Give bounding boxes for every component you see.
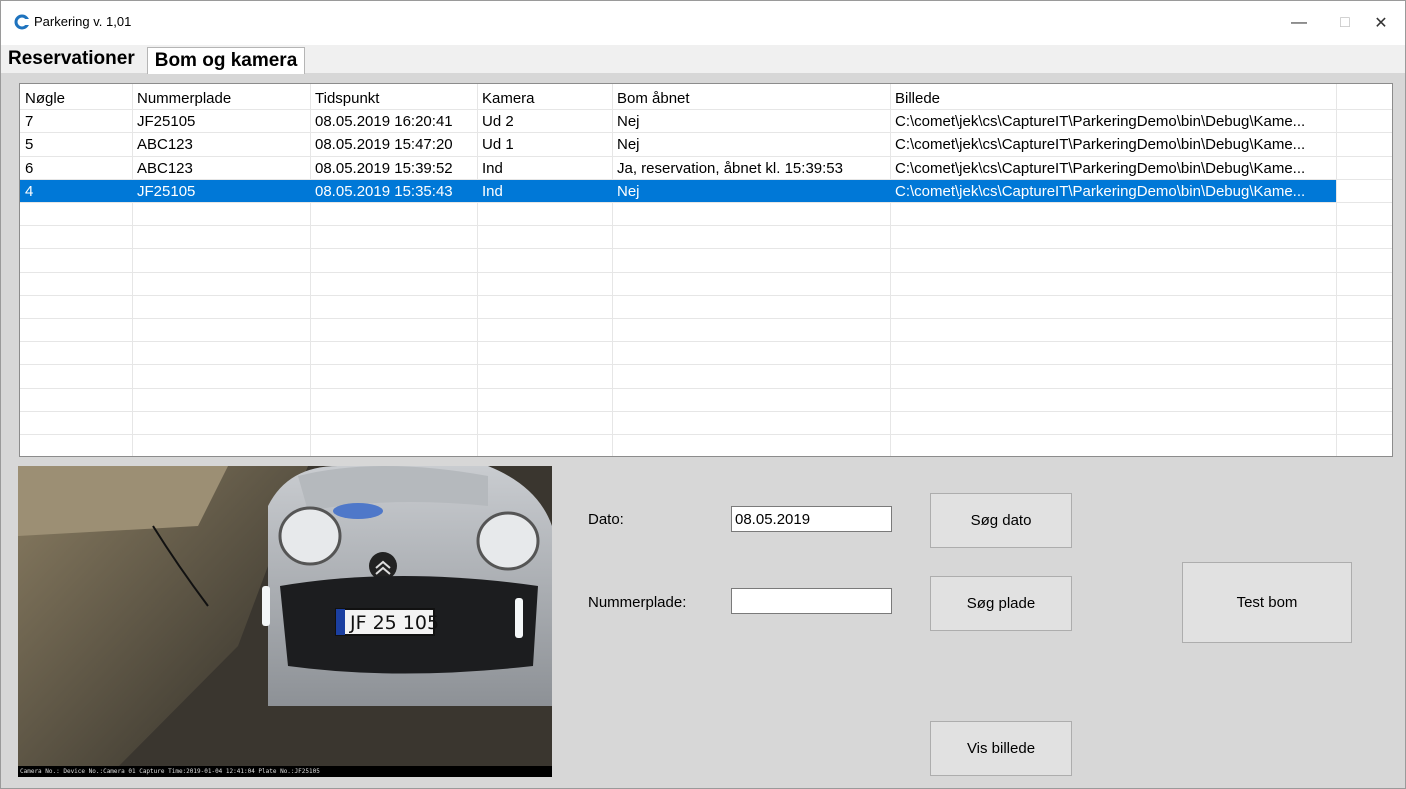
plate-label: Nummerplade:: [588, 594, 687, 611]
table-cell[interactable]: JF25105: [132, 110, 195, 133]
table-cell[interactable]: 08.05.2019 15:39:52: [310, 157, 453, 180]
license-plate-text: JF 25 105: [349, 612, 439, 634]
table-cell[interactable]: Ind: [477, 180, 503, 203]
table-cell[interactable]: ABC123: [132, 133, 193, 156]
column-header[interactable]: Tidspunkt: [310, 87, 379, 110]
grid-row-divider: [20, 411, 1392, 412]
table-cell[interactable]: Ind: [477, 157, 503, 180]
maximize-icon: □: [1340, 14, 1350, 31]
app-logo-icon: [14, 14, 30, 30]
column-header[interactable]: Bom åbnet: [612, 87, 690, 110]
show-image-button[interactable]: Vis billede: [930, 721, 1072, 776]
minimize-icon: —: [1291, 14, 1307, 31]
plate-input[interactable]: [731, 588, 892, 614]
grid-row-divider: [20, 341, 1392, 342]
car-photo: JF 25 105: [18, 466, 552, 777]
window-title: Parkering v. 1,01: [34, 14, 132, 29]
date-input[interactable]: 08.05.2019: [731, 506, 892, 532]
grid-row-divider: [20, 295, 1392, 296]
table-cell[interactable]: C:\comet\jek\cs\CaptureIT\ParkeringDemo\…: [890, 180, 1305, 203]
table-cell[interactable]: C:\comet\jek\cs\CaptureIT\ParkeringDemo\…: [890, 133, 1305, 156]
table-cell[interactable]: Nej: [612, 180, 640, 203]
camera-overlay-text: Camera No.: Device No.:Camera 01 Capture…: [20, 768, 320, 775]
table-cell[interactable]: C:\comet\jek\cs\CaptureIT\ParkeringDemo\…: [890, 110, 1305, 133]
close-icon: ✕: [1374, 15, 1388, 32]
search-date-button[interactable]: Søg dato: [930, 493, 1072, 548]
grid-row-divider: [20, 248, 1392, 249]
tab-reservationer[interactable]: Reservationer: [5, 45, 138, 73]
grid-row-divider: [20, 388, 1392, 389]
grid-row-divider: [20, 434, 1392, 435]
grid-column-divider: [1336, 84, 1337, 456]
table-cell[interactable]: 4: [20, 180, 33, 203]
grid-row-divider: [20, 364, 1392, 365]
main-window: Parkering v. 1,01 — □ ✕ Reservationer Bo…: [0, 0, 1406, 789]
column-header[interactable]: Nøgle: [20, 87, 65, 110]
camera-image: JF 25 105 Camera No.: Device No.:Camera …: [18, 466, 552, 777]
table-cell[interactable]: 6: [20, 157, 33, 180]
grid-row-divider: [20, 272, 1392, 273]
table-cell[interactable]: Ud 2: [477, 110, 514, 133]
grid-row-divider: [20, 225, 1392, 226]
grid-row-divider: [20, 318, 1392, 319]
column-header[interactable]: Nummerplade: [132, 87, 231, 110]
table-cell[interactable]: ABC123: [132, 157, 193, 180]
tab-bom-og-kamera[interactable]: Bom og kamera: [147, 47, 305, 74]
search-plate-button[interactable]: Søg plade: [930, 576, 1072, 631]
column-header[interactable]: Billede: [890, 87, 940, 110]
table-cell[interactable]: 08.05.2019 15:47:20: [310, 133, 453, 156]
date-label: Dato:: [588, 511, 624, 528]
table-cell[interactable]: 5: [20, 133, 33, 156]
test-boom-button[interactable]: Test bom: [1182, 562, 1352, 643]
table-cell[interactable]: 7: [20, 110, 33, 133]
minimize-button[interactable]: —: [1276, 1, 1322, 45]
tab-strip: Reservationer Bom og kamera: [1, 45, 1405, 74]
data-grid[interactable]: Nøgle Nummerplade Tidspunkt Kamera Bom åbnet…: [19, 83, 1393, 457]
table-cell[interactable]: 08.05.2019 16:20:41: [310, 110, 453, 133]
table-cell[interactable]: 08.05.2019 15:35:43: [310, 180, 453, 203]
table-cell[interactable]: Ud 1: [477, 133, 514, 156]
table-cell[interactable]: C:\comet\jek\cs\CaptureIT\ParkeringDemo\…: [890, 157, 1305, 180]
close-button[interactable]: ✕: [1358, 1, 1404, 45]
table-cell[interactable]: Nej: [612, 133, 640, 156]
table-cell[interactable]: Ja, reservation, åbnet kl. 15:39:53: [612, 157, 843, 180]
table-cell[interactable]: JF25105: [132, 180, 195, 203]
table-cell[interactable]: Nej: [612, 110, 640, 133]
title-bar: Parkering v. 1,01 — □ ✕: [1, 1, 1405, 45]
column-header[interactable]: Kamera: [477, 87, 535, 110]
